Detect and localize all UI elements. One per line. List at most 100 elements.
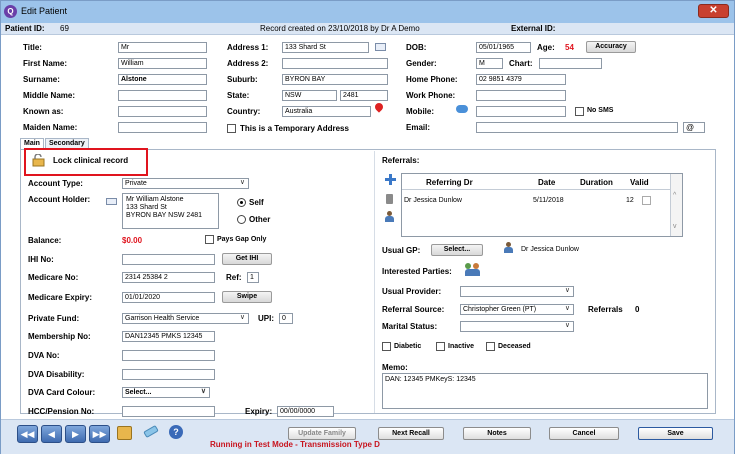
notes-button[interactable]: Notes — [463, 427, 531, 440]
account-holder-line-1: Mr William Alstone — [126, 196, 184, 203]
usual-gp-name: Dr Jessica Dunlow — [521, 246, 579, 253]
medicare-field[interactable]: 2314 25384 2 — [122, 272, 215, 283]
country-field[interactable]: Australia — [282, 106, 371, 117]
mobile-label: Mobile: — [406, 107, 434, 116]
work-phone-label: Work Phone: — [406, 91, 456, 100]
self-radio[interactable] — [237, 198, 246, 207]
address2-field[interactable] — [282, 58, 388, 69]
valid-header[interactable]: Valid — [630, 178, 649, 187]
suburb-label: Suburb: — [227, 75, 258, 84]
referrals-scrollbar[interactable]: ^ v — [670, 174, 682, 236]
gender-field[interactable]: M — [476, 58, 503, 69]
inactive-checkbox[interactable] — [436, 342, 445, 351]
referring-dr-header[interactable]: Referring Dr — [426, 178, 473, 187]
other-radio[interactable] — [237, 215, 246, 224]
ref-field[interactable]: 1 — [247, 272, 259, 283]
email-field[interactable] — [476, 122, 678, 133]
balance-label: Balance: — [28, 236, 62, 245]
medicare-expiry-field[interactable]: 01/01/2020 — [122, 292, 215, 303]
get-ihi-button[interactable]: Get IHI — [222, 253, 272, 265]
referrals-count-label: Referrals — [588, 305, 623, 314]
title-label: Title: — [23, 43, 42, 52]
envelope-icon[interactable] — [375, 43, 386, 51]
referral-doctor-icon[interactable] — [385, 211, 394, 222]
expiry-field[interactable]: 00/00/0000 — [277, 406, 334, 417]
dob-field[interactable]: 05/01/1965 — [476, 42, 531, 53]
usual-provider-select[interactable]: ∨ — [460, 286, 574, 297]
hcc-field[interactable] — [122, 406, 215, 417]
memo-field[interactable]: DAN: 12345 PMKeyS: 12345 — [382, 373, 708, 409]
work-phone-field[interactable] — [476, 90, 566, 101]
select-gp-button[interactable]: Select... — [431, 244, 483, 256]
ihi-label: IHI No: — [28, 255, 54, 264]
email-at-button[interactable]: @ — [683, 122, 705, 133]
close-button[interactable]: ✕ — [698, 4, 729, 18]
diabetic-checkbox[interactable] — [382, 342, 391, 351]
previous-record-button[interactable]: ◀ — [41, 425, 62, 443]
first-record-button[interactable]: ◀◀ — [17, 425, 38, 443]
inactive-label: Inactive — [448, 343, 475, 350]
temporary-address-checkbox[interactable] — [227, 124, 236, 133]
state-field[interactable]: NSW — [282, 90, 337, 101]
self-label: Self — [249, 198, 264, 207]
first-name-field[interactable]: William — [118, 58, 207, 69]
surname-field[interactable]: Alstone — [118, 74, 207, 85]
lock-icon[interactable] — [32, 154, 45, 167]
mobile-field[interactable] — [476, 106, 566, 117]
lock-clinical-record-label[interactable]: Lock clinical record — [53, 156, 128, 165]
postcode-field[interactable]: 2481 — [340, 90, 388, 101]
maiden-name-field[interactable] — [118, 122, 207, 133]
next-record-button[interactable]: ▶ — [65, 425, 86, 443]
title-field[interactable]: Mr — [118, 42, 207, 53]
swipe-button[interactable]: Swipe — [222, 291, 272, 303]
referral-source-select[interactable]: Christopher Green (PT) ∨ — [460, 304, 574, 315]
account-holder-envelope-icon[interactable] — [106, 198, 117, 205]
deceased-checkbox[interactable] — [486, 342, 495, 351]
test-mode-text: Running in Test Mode - Transmission Type… — [210, 440, 380, 449]
sms-bubble-icon[interactable] — [456, 105, 468, 113]
ref-label: Ref: — [226, 273, 242, 282]
save-button[interactable]: Save — [638, 427, 713, 440]
pays-gap-checkbox[interactable] — [205, 235, 214, 244]
dva-card-select[interactable]: Select... ∨ — [122, 387, 210, 398]
address1-field[interactable]: 133 Shard St — [282, 42, 369, 53]
referral-dr-cell[interactable]: Dr Jessica Dunlow — [404, 197, 462, 204]
referral-date-cell[interactable]: 5/11/2018 — [533, 197, 564, 204]
add-referral-icon[interactable] — [385, 174, 396, 185]
account-type-select[interactable]: Private ∨ — [122, 178, 249, 189]
ihi-field[interactable] — [122, 254, 215, 265]
dva-disability-field[interactable] — [122, 369, 215, 380]
marital-status-select[interactable]: ∨ — [460, 321, 574, 332]
suburb-field[interactable]: BYRON BAY — [282, 74, 388, 85]
private-fund-label: Private Fund: — [28, 314, 80, 323]
memo-label: Memo: — [382, 363, 408, 372]
map-pin-icon[interactable] — [373, 101, 385, 113]
usual-gp-label: Usual GP: — [382, 246, 421, 255]
upi-field[interactable]: 0 — [279, 313, 293, 324]
home-phone-field[interactable]: 02 9851 4379 — [476, 74, 566, 85]
private-fund-select[interactable]: Garrison Health Service ∨ — [122, 313, 249, 324]
delete-referral-icon[interactable] — [386, 194, 393, 204]
known-as-field[interactable] — [118, 106, 207, 117]
cancel-button[interactable]: Cancel — [549, 427, 619, 440]
country-label: Country: — [227, 107, 261, 116]
diabetic-label: Diabetic — [394, 343, 422, 350]
middle-name-field[interactable] — [118, 90, 207, 101]
referral-valid-checkbox[interactable] — [642, 196, 651, 205]
folder-icon[interactable] — [117, 426, 132, 440]
chart-field[interactable] — [539, 58, 602, 69]
help-icon[interactable]: ? — [169, 425, 183, 439]
membership-field[interactable]: DAN12345 PMKS 12345 — [122, 331, 215, 342]
dva-field[interactable] — [122, 350, 215, 361]
known-as-label: Known as: — [23, 107, 64, 116]
no-sms-checkbox[interactable] — [575, 107, 584, 116]
interested-parties-icon[interactable] — [465, 263, 480, 276]
accuracy-button[interactable]: Accuracy — [586, 41, 636, 53]
duration-header[interactable]: Duration — [580, 178, 613, 187]
date-header[interactable]: Date — [538, 178, 555, 187]
middle-name-label: Middle Name: — [23, 91, 76, 100]
next-recall-button[interactable]: Next Recall — [378, 427, 444, 440]
last-record-button[interactable]: ▶▶ — [89, 425, 110, 443]
update-family-button[interactable]: Update Family — [288, 427, 356, 440]
referral-duration-cell[interactable]: 12 — [626, 197, 634, 204]
